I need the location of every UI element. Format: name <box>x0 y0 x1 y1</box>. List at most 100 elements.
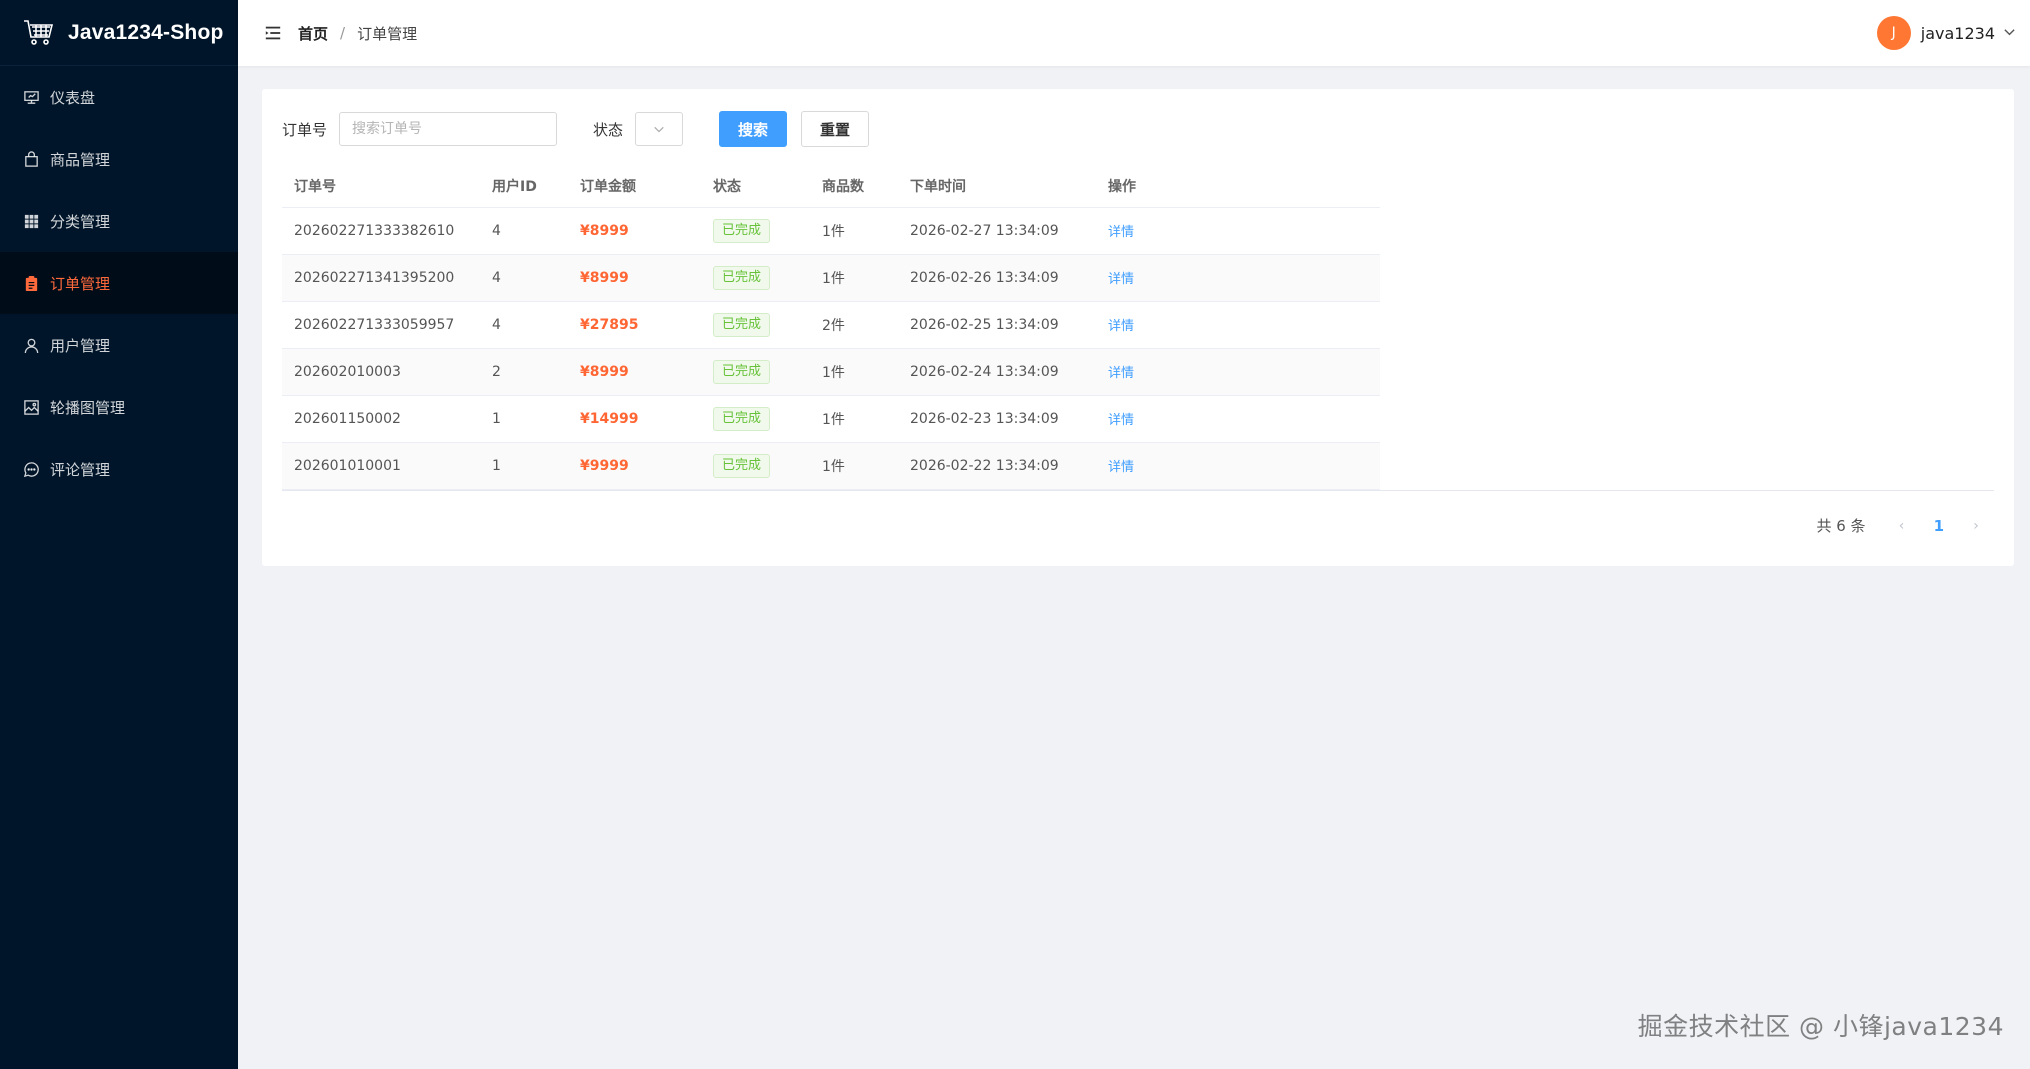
breadcrumb-separator: / <box>340 24 346 42</box>
table-cell: 1 <box>480 442 568 490</box>
detail-link[interactable]: 详情 <box>1108 272 1134 287</box>
detail-link[interactable]: 详情 <box>1108 366 1134 381</box>
table-cell: 1件 <box>810 207 898 255</box>
detail-link[interactable]: 详情 <box>1108 413 1134 428</box>
sidebar-item-label: 用户管理 <box>50 336 111 355</box>
user-id-cell: 1 <box>492 457 501 474</box>
sidebar-item-5[interactable]: 轮播图管理 <box>0 376 238 438</box>
table-cell: ¥8999 <box>568 207 701 255</box>
order-no-cell: 202601010001 <box>294 457 401 474</box>
brand[interactable]: Java1234-Shop <box>0 0 238 66</box>
chat-icon <box>22 460 40 478</box>
sidebar-item-3[interactable]: 订单管理 <box>0 252 238 314</box>
top-header: 首页 / 订单管理 J java1234 <box>238 0 2030 66</box>
order-time-cell: 2026-02-25 13:34:09 <box>910 316 1059 333</box>
table-row: 202602010003 2 ¥8999 已完成 1件 2026-02-24 13:34:… <box>282 348 1380 396</box>
column-header: 下单时间 <box>898 165 1096 208</box>
amount-cell: ¥27895 <box>580 316 639 333</box>
amount-cell: ¥8999 <box>580 363 629 380</box>
search-button[interactable]: 搜索 <box>719 111 788 147</box>
breadcrumb-home[interactable]: 首页 <box>298 23 328 44</box>
next-page-icon[interactable]: › <box>1966 518 1986 534</box>
item-count-cell: 1件 <box>822 364 845 381</box>
sidebar-item-0[interactable]: 仪表盘 <box>0 66 238 128</box>
table-cell: 202601150002 <box>282 395 480 443</box>
user-id-cell: 4 <box>492 222 501 239</box>
item-count-cell: 1件 <box>822 411 845 428</box>
table-cell: 2件 <box>810 301 898 349</box>
app-title: Java1234-Shop <box>68 20 224 44</box>
table-cell: 4 <box>480 254 568 302</box>
table-cell: 2026-02-23 13:34:09 <box>898 395 1096 443</box>
username[interactable]: java1234 <box>1921 24 1995 43</box>
order-time-cell: 2026-02-24 13:34:09 <box>910 363 1059 380</box>
order-no-cell: 202602271341395200 <box>294 269 455 286</box>
table-cell: 已完成 <box>701 254 810 302</box>
status-badge: 已完成 <box>713 312 771 337</box>
user-id-cell: 1 <box>492 410 501 427</box>
prev-page-icon[interactable]: ‹ <box>1892 518 1912 534</box>
avatar[interactable]: J <box>1876 16 1911 50</box>
clipboard-icon <box>22 274 40 292</box>
order-time-cell: 2026-02-22 13:34:09 <box>910 457 1059 474</box>
detail-link[interactable]: 详情 <box>1108 319 1134 334</box>
table-cell: 已完成 <box>701 395 810 443</box>
shopping-cart-logo-icon <box>22 17 54 49</box>
table-cell: 202601010001 <box>282 442 480 490</box>
table-cell: 202602271333059957 <box>282 301 480 349</box>
table-cell: 2 <box>480 348 568 396</box>
table-cell: 详情 <box>1096 301 1380 349</box>
sidebar-item-label: 商品管理 <box>50 150 111 169</box>
status-select[interactable] <box>635 112 684 146</box>
chevron-down-icon[interactable] <box>2003 24 2016 43</box>
table-divider <box>282 490 1994 491</box>
table-cell: ¥27895 <box>568 301 701 349</box>
table-cell: 详情 <box>1096 254 1380 302</box>
table-cell: 202602010003 <box>282 348 480 396</box>
order-no-search-input[interactable] <box>339 112 558 146</box>
chevron-down-icon <box>654 126 664 133</box>
table-cell: 202602271341395200 <box>282 254 480 302</box>
table-cell: 1件 <box>810 348 898 396</box>
detail-link[interactable]: 详情 <box>1108 460 1134 475</box>
sidebar-item-6[interactable]: 评论管理 <box>0 438 238 500</box>
status-label: 状态 <box>593 120 624 139</box>
table-row: 202601150002 1 ¥14999 已完成 1件 2026-02-23 13:34… <box>282 395 1380 443</box>
reset-button[interactable]: 重置 <box>801 111 870 147</box>
table-cell: ¥14999 <box>568 395 701 443</box>
page-number[interactable]: 1 <box>1934 517 1944 535</box>
user-id-cell: 2 <box>492 363 501 380</box>
status-badge: 已完成 <box>713 406 771 431</box>
menu-toggle-icon[interactable] <box>262 22 284 44</box>
table-cell: 详情 <box>1096 442 1380 490</box>
table-cell: 2026-02-24 13:34:09 <box>898 348 1096 396</box>
grid-icon <box>22 212 40 230</box>
order-no-cell: 202601150002 <box>294 410 401 427</box>
status-badge: 已完成 <box>713 265 771 290</box>
table-cell: 已完成 <box>701 442 810 490</box>
order-no-cell: 202602271333382610 <box>294 222 455 239</box>
table-row: 202602271333382610 4 ¥8999 已完成 1件 2026-02-27 … <box>282 207 1380 255</box>
sidebar-item-1[interactable]: 商品管理 <box>0 128 238 190</box>
column-header: 操作 <box>1096 165 1380 208</box>
sidebar-item-4[interactable]: 用户管理 <box>0 314 238 376</box>
dashboard-icon <box>22 88 40 106</box>
user-dropdown[interactable]: J java1234 <box>1876 16 2016 50</box>
table-cell: ¥8999 <box>568 254 701 302</box>
watermark: 掘金技术社区 @ 小锋java1234 <box>1637 1012 2004 1041</box>
item-count-cell: 2件 <box>822 317 845 334</box>
order-time-cell: 2026-02-27 13:34:09 <box>910 222 1059 239</box>
order-time-cell: 2026-02-23 13:34:09 <box>910 410 1059 427</box>
user-id-cell: 4 <box>492 269 501 286</box>
amount-cell: ¥8999 <box>580 269 629 286</box>
table-cell: 已完成 <box>701 301 810 349</box>
table-cell: 2026-02-22 13:34:09 <box>898 442 1096 490</box>
sidebar-item-label: 轮播图管理 <box>50 398 126 417</box>
table-cell: ¥8999 <box>568 348 701 396</box>
column-header: 订单号 <box>282 165 480 208</box>
user-icon <box>22 336 40 354</box>
sidebar-item-2[interactable]: 分类管理 <box>0 190 238 252</box>
table-cell: ¥9999 <box>568 442 701 490</box>
search-form: 订单号 状态 搜索 重置 <box>282 111 870 147</box>
detail-link[interactable]: 详情 <box>1108 225 1134 240</box>
